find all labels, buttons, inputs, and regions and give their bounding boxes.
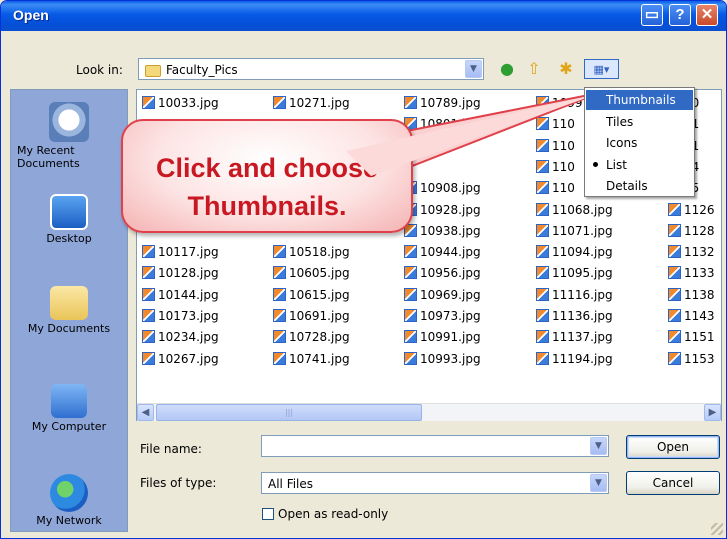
menu-item-label: List (606, 157, 627, 172)
view-option-details[interactable]: Details (586, 176, 693, 196)
resize-grip[interactable] (711, 523, 723, 535)
menu-item-label: Icons (606, 136, 638, 150)
view-option-tiles[interactable]: Tiles (586, 112, 693, 132)
callout-line-2: Thumbnails. (187, 191, 347, 221)
menu-item-label: Thumbnails (606, 93, 676, 107)
open-dialog: Open ▭ ? ✕ Look in: Faculty_Pics ▼ ● ⇧ ✱… (0, 0, 727, 539)
view-option-icons[interactable]: Icons (586, 133, 693, 153)
callout-line-1: Click and choose (155, 153, 379, 183)
view-option-list[interactable]: List (586, 155, 693, 175)
menu-item-label: Details (606, 179, 648, 193)
view-menu: Thumbnails Tiles Icons List Details (584, 87, 695, 197)
menu-item-label: Tiles (606, 114, 634, 129)
callout-pointer (329, 92, 600, 188)
instruction-callout: Click and choose Thumbnails. (121, 119, 413, 233)
view-option-thumbnails[interactable]: Thumbnails (586, 90, 693, 110)
selected-bullet-icon (593, 161, 598, 167)
